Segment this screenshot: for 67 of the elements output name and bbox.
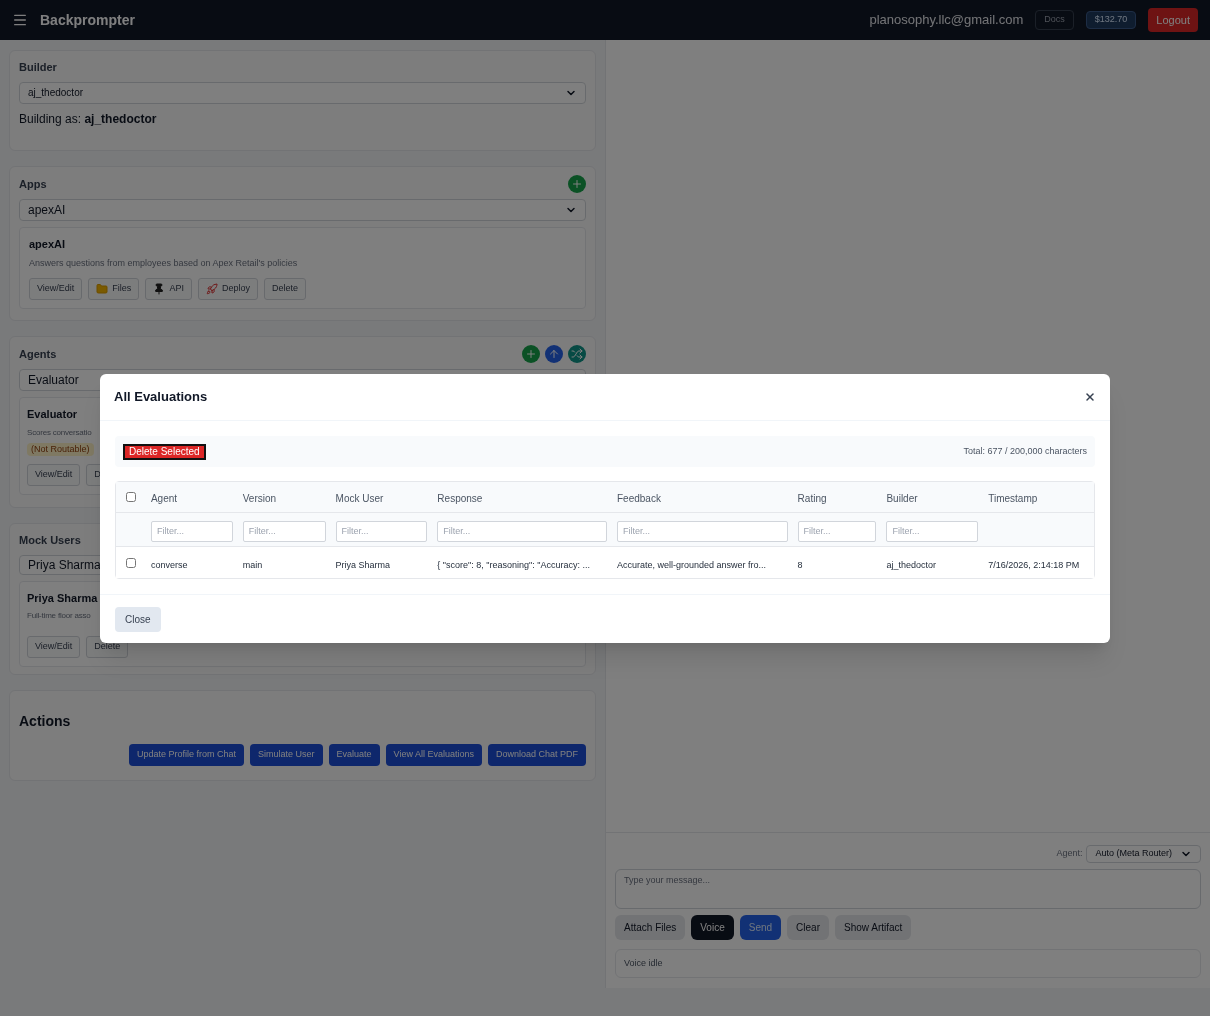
agent-name: Evaluator [27, 407, 78, 422]
table-cell: Priya Sharma [335, 559, 391, 570]
card-button[interactable]: API [145, 278, 192, 300]
chat-button[interactable]: Voice [691, 915, 734, 940]
card-button[interactable]: View/Edit [27, 636, 81, 658]
column-header: Version [242, 493, 277, 504]
action-button[interactable]: Simulate User [250, 744, 323, 766]
column-header: Agent [150, 493, 178, 504]
filter-input[interactable]: Filter... [886, 520, 979, 542]
app-title: Backprompter [40, 10, 135, 30]
card-button[interactable]: Files [88, 278, 140, 300]
table-cell: { "score": 8, "reasoning": "Accuracy: ... [437, 559, 590, 570]
app-select[interactable]: apexAI [19, 199, 586, 221]
actions-title: Actions [19, 712, 72, 731]
action-button[interactable]: Evaluate [328, 744, 380, 766]
card-button[interactable]: Delete [263, 278, 306, 300]
dialog-title: All Evaluations [114, 388, 208, 407]
section-label: Builder [19, 60, 58, 75]
app-name: apexAI [29, 237, 67, 252]
chat-button[interactable]: Show Artifact [835, 915, 912, 940]
chat-button[interactable]: Send [739, 915, 782, 940]
action-button[interactable]: Download Chat PDF [487, 744, 586, 766]
mock-user-name: Priya Sharma [27, 590, 98, 606]
agent-router-select[interactable]: Auto (Meta Router) [1086, 845, 1201, 863]
agent-description: Scores conversatio [27, 426, 92, 439]
total-characters: Total: 677 / 200,000 characters [963, 444, 1087, 458]
filter-input[interactable]: Filter... [335, 520, 428, 542]
chat-button[interactable]: Clear [787, 915, 829, 940]
filter-input[interactable]: Filter... [150, 520, 233, 542]
agent-label: Agent: [1056, 847, 1083, 861]
message-input[interactable]: Type your message... [615, 869, 1201, 909]
user-email: planosophy.llc@gmail.com [869, 11, 1024, 30]
action-button[interactable]: View All Evaluations [385, 744, 482, 766]
action-button[interactable]: Update Profile from Chat [128, 744, 244, 766]
close-button[interactable]: Close [115, 607, 161, 632]
column-header: Timestamp [988, 493, 1038, 504]
column-header: Feedback [617, 493, 661, 504]
column-header: Response [437, 493, 483, 504]
table-cell: main [242, 559, 263, 570]
docs-button[interactable]: Docs [1035, 10, 1074, 30]
section-label: Apps [19, 176, 47, 192]
section-label: Mock Users [19, 533, 82, 548]
table-cell: 7/16/2026, 2:14:18 PM [988, 559, 1080, 570]
balance-badge: $132.70 [1085, 11, 1137, 29]
column-header: Builder [886, 493, 918, 504]
section-label: Agents [19, 346, 57, 362]
table-cell: aj_thedoctor [886, 559, 936, 570]
chat-button[interactable]: Attach Files [615, 915, 686, 940]
card-button[interactable]: Deploy [197, 278, 258, 300]
card-button[interactable]: View/Edit [27, 464, 81, 486]
delete-selected-button[interactable]: Delete Selected [123, 443, 206, 460]
not-routable-badge: (Not Routable) [27, 442, 94, 456]
builder-select[interactable]: aj_thedoctor [19, 81, 586, 104]
building-as-text: Building as: aj_thedoctor [19, 110, 158, 128]
voice-status: Voice idle [615, 949, 1201, 978]
filter-input[interactable]: Filter... [797, 520, 877, 542]
table-cell: converse [150, 559, 188, 570]
app-description: Answers questions from employees based on Apex Retail's policies [29, 256, 299, 270]
column-header: Rating [797, 493, 827, 504]
table-cell: Accurate, well-grounded answer fro... [617, 559, 767, 570]
card-button[interactable]: View/Edit [29, 278, 83, 300]
column-header: Mock User [335, 493, 384, 504]
filter-input[interactable]: Filter... [617, 520, 788, 542]
filter-input[interactable]: Filter... [437, 520, 607, 542]
filter-input[interactable]: Filter... [242, 520, 326, 542]
table-cell: 8 [797, 559, 803, 570]
logout-button[interactable]: Logout [1148, 8, 1198, 32]
